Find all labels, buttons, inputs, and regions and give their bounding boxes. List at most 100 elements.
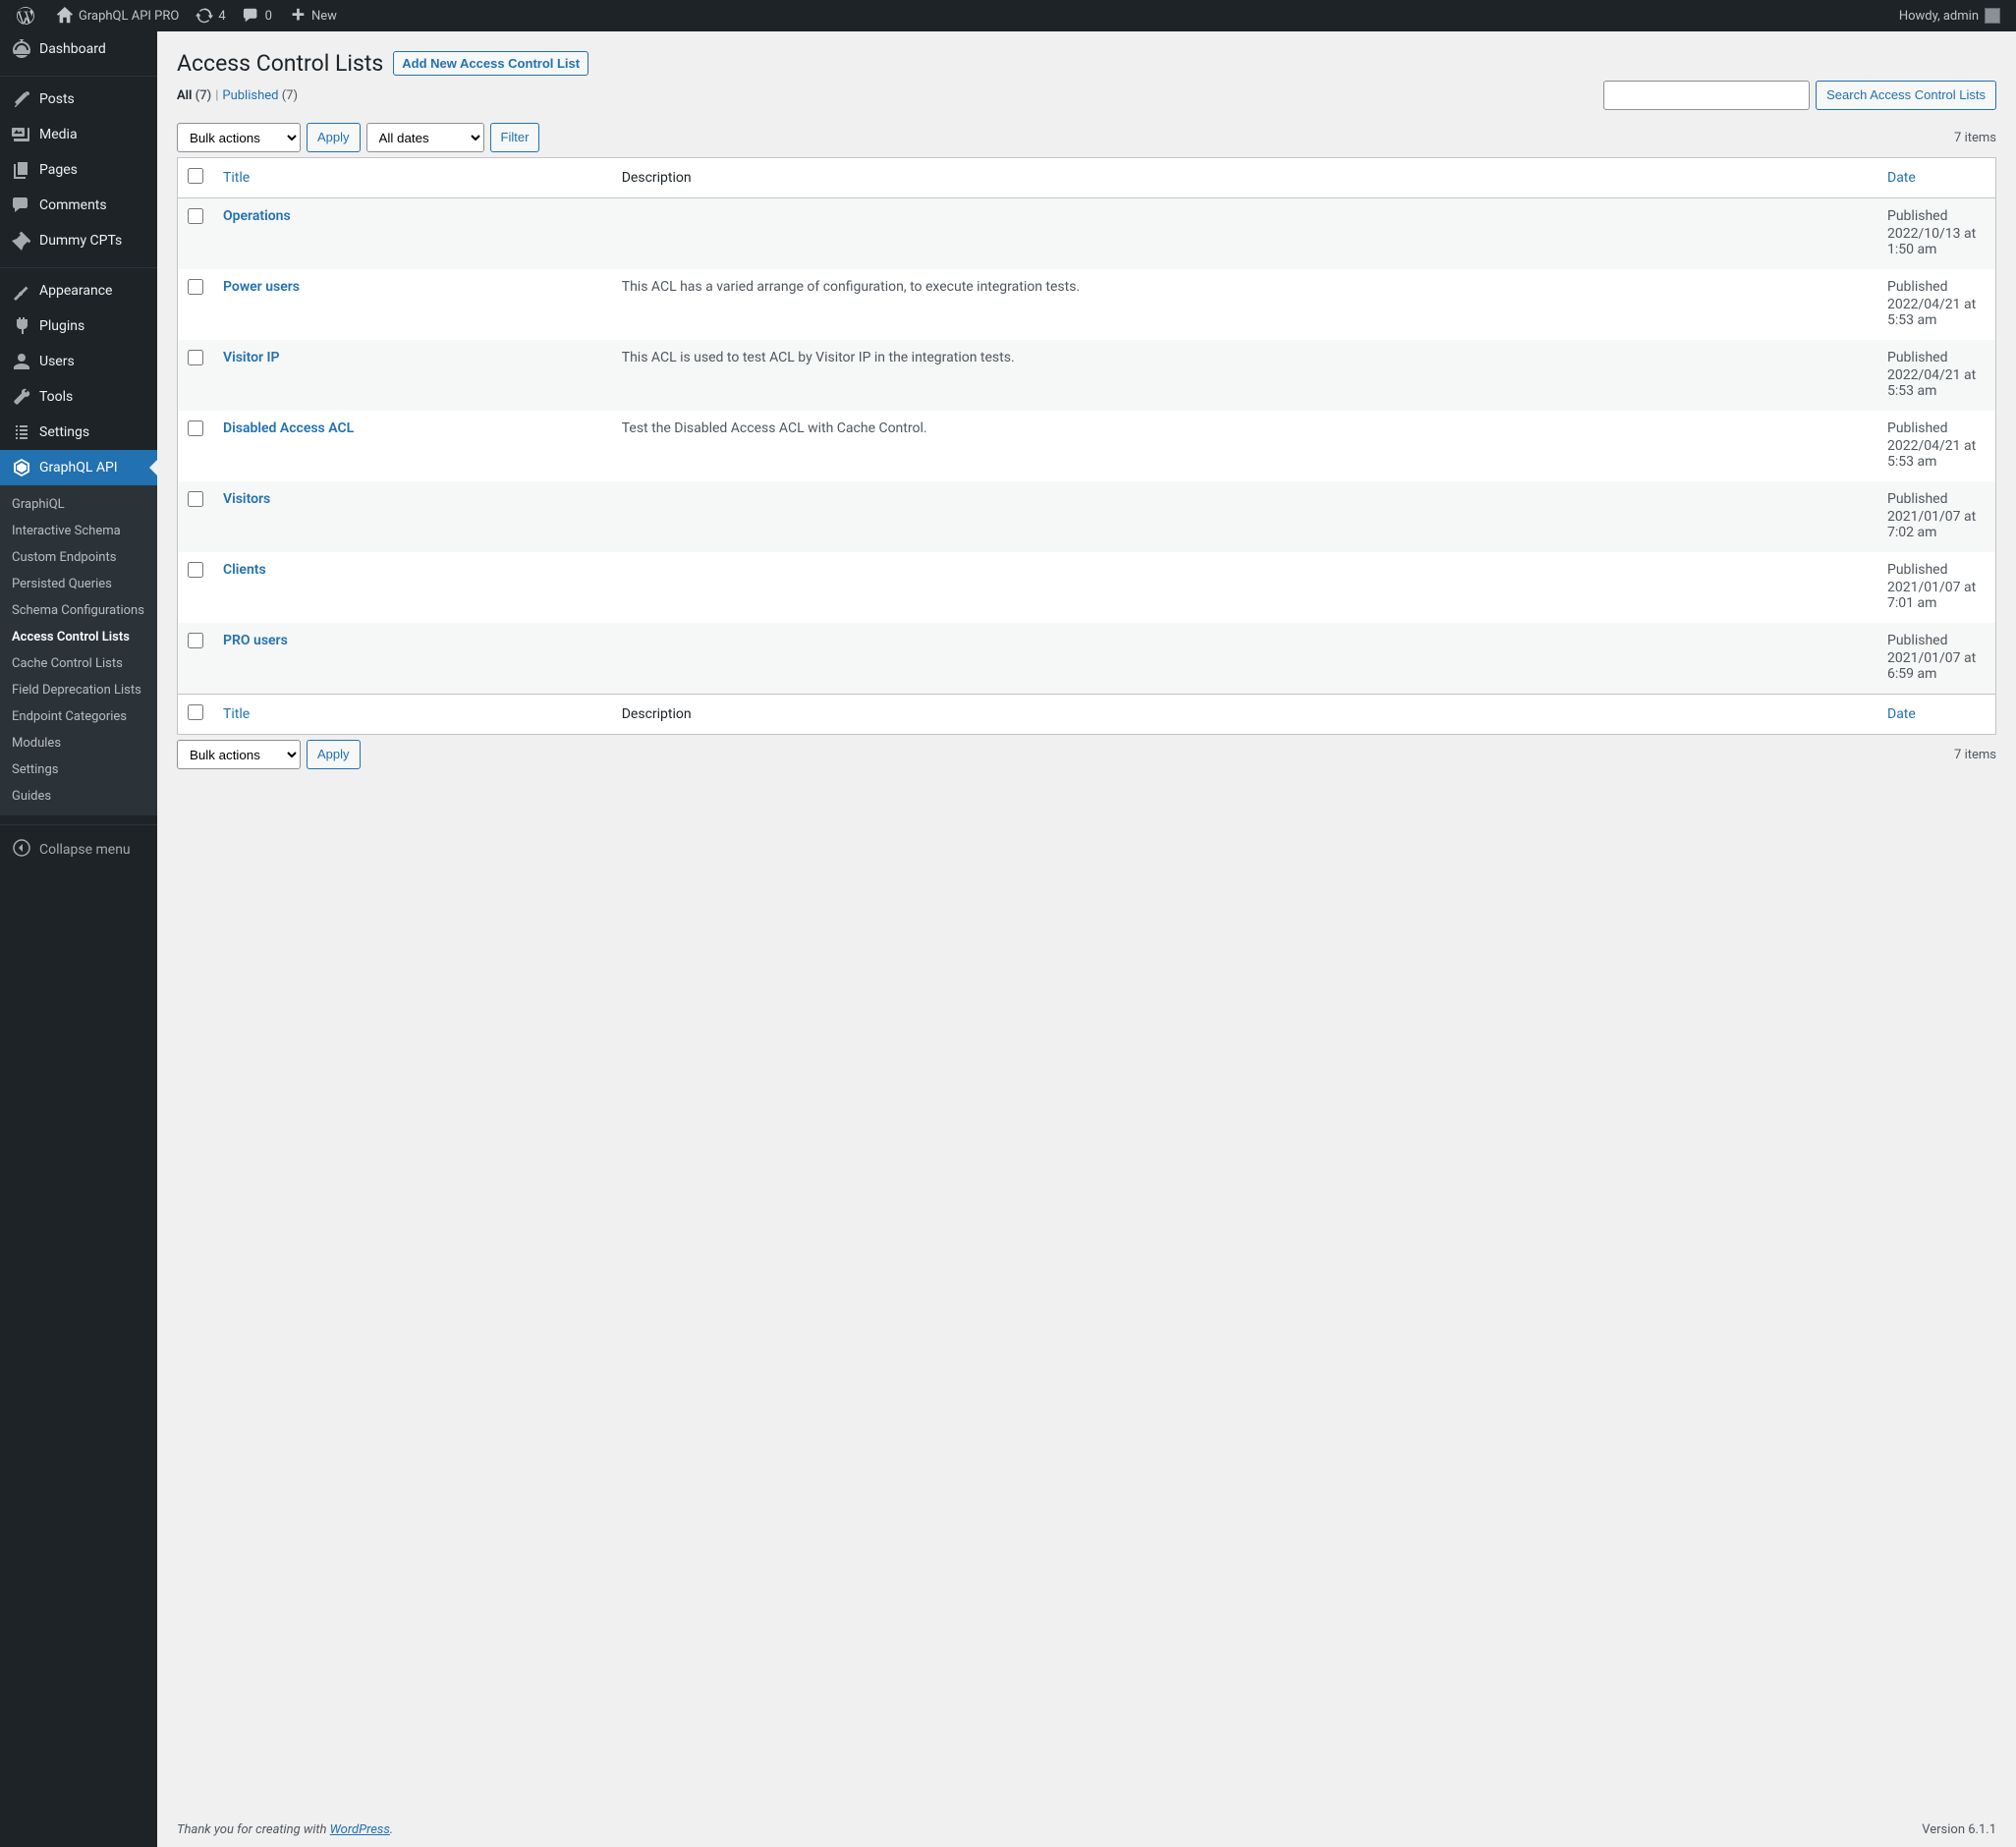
row-date-value: 2022/04/21 at 5:53 am: [1887, 438, 1986, 470]
column-title-sort-bottom[interactable]: Title: [223, 706, 250, 722]
filter-all[interactable]: All (7): [177, 88, 211, 103]
subnav-interactive-schema[interactable]: Interactive Schema: [0, 518, 157, 544]
subnav-access-control-lists[interactable]: Access Control Lists: [0, 624, 157, 650]
apply-button-bottom[interactable]: Apply: [307, 740, 361, 769]
filter-published[interactable]: Published (7): [222, 88, 298, 103]
row-checkbox[interactable]: [188, 420, 203, 436]
row-date-value: 2022/04/21 at 5:53 am: [1887, 297, 1986, 328]
pages-icon: [12, 160, 31, 180]
wordpress-icon: [16, 6, 35, 26]
nav-dummy-cpts[interactable]: Dummy CPTs: [0, 223, 157, 258]
nav-tools[interactable]: Tools: [0, 379, 157, 415]
row-date-status: Published: [1887, 208, 1986, 224]
search-input[interactable]: [1603, 81, 1810, 110]
row-checkbox[interactable]: [188, 633, 203, 648]
site-name-text: GraphQL API PRO: [79, 9, 179, 24]
subnav-modules[interactable]: Modules: [0, 730, 157, 756]
apply-button-top[interactable]: Apply: [307, 123, 361, 152]
media-icon: [12, 125, 31, 144]
nav-media[interactable]: Media: [0, 117, 157, 152]
row-description: [612, 481, 1877, 552]
row-date: Published 2022/10/13 at 1:50 am: [1877, 198, 1995, 269]
column-title-sort[interactable]: Title: [223, 170, 250, 186]
row-date: Published 2021/01/07 at 7:02 am: [1877, 481, 1995, 552]
nav-label: Posts: [39, 91, 75, 107]
menu-separator: [0, 820, 157, 825]
table-row: Clients Published 2021/01/07 at 7:01 am: [178, 552, 1995, 623]
graphql-icon: [12, 458, 31, 477]
nav-label: GraphQL API: [39, 460, 118, 476]
filter-separator: |: [215, 88, 218, 103]
nav-label: Pages: [39, 162, 78, 178]
row-checkbox[interactable]: [188, 279, 203, 295]
nav-appearance[interactable]: Appearance: [0, 273, 157, 308]
collapse-menu-button[interactable]: Collapse menu: [0, 830, 157, 869]
row-title-link[interactable]: Power users: [223, 279, 300, 295]
table-row: Operations Published 2022/10/13 at 1:50 …: [178, 198, 1995, 269]
subnav-schema-configurations[interactable]: Schema Configurations: [0, 597, 157, 624]
row-date-value: 2021/01/07 at 7:02 am: [1887, 509, 1986, 540]
new-link[interactable]: New: [280, 0, 345, 31]
dashboard-icon: [12, 39, 31, 59]
menu-separator: [0, 72, 157, 77]
nav-dashboard[interactable]: Dashboard: [0, 31, 157, 67]
table-row: Power users This ACL has a varied arrang…: [178, 269, 1995, 340]
subnav-cache-control-lists[interactable]: Cache Control Lists: [0, 650, 157, 677]
nav-users[interactable]: Users: [0, 344, 157, 379]
wp-logo[interactable]: [8, 0, 47, 31]
nav-pages[interactable]: Pages: [0, 152, 157, 188]
table-row: Disabled Access ACL Test the Disabled Ac…: [178, 411, 1995, 481]
add-new-button[interactable]: Add New Access Control List: [393, 51, 588, 76]
admin-bar: GraphQL API PRO 4 0 New Howdy, admin: [0, 0, 2016, 31]
column-date-sort-bottom[interactable]: Date: [1887, 706, 1916, 722]
bulk-action-select-bottom[interactable]: Bulk actions: [177, 740, 301, 769]
comments-link[interactable]: 0: [234, 0, 280, 31]
row-title-link[interactable]: Clients: [223, 562, 266, 578]
updates-count-text: 4: [218, 9, 225, 24]
filter-button[interactable]: Filter: [490, 123, 540, 152]
my-account-link[interactable]: Howdy, admin: [1891, 0, 2008, 31]
nav-comments[interactable]: Comments: [0, 188, 157, 223]
subnav-custom-endpoints[interactable]: Custom Endpoints: [0, 544, 157, 571]
row-title-link[interactable]: Visitor IP: [223, 350, 280, 365]
nav-plugins[interactable]: Plugins: [0, 308, 157, 344]
row-checkbox[interactable]: [188, 350, 203, 365]
row-checkbox[interactable]: [188, 208, 203, 224]
footer: Thank you for creating with WordPress. V…: [157, 1813, 2016, 1847]
table-row: Visitor IP This ACL is used to test ACL …: [178, 340, 1995, 411]
row-description: [612, 198, 1877, 269]
row-date-value: 2021/01/07 at 6:59 am: [1887, 650, 1986, 682]
nav-label: Settings: [39, 424, 89, 440]
wordpress-link[interactable]: WordPress: [330, 1822, 390, 1837]
row-description: This ACL has a varied arrange of configu…: [612, 269, 1877, 340]
row-title-link[interactable]: PRO users: [223, 633, 288, 648]
search-button[interactable]: Search Access Control Lists: [1816, 81, 1996, 110]
subnav-persisted-queries[interactable]: Persisted Queries: [0, 571, 157, 597]
updates-link[interactable]: 4: [187, 0, 233, 31]
new-label-text: New: [311, 9, 337, 24]
nav-settings[interactable]: Settings: [0, 415, 157, 450]
home-icon: [55, 6, 75, 26]
status-filters: All (7) | Published (7): [177, 88, 1603, 103]
row-title-link[interactable]: Visitors: [223, 491, 270, 507]
row-checkbox[interactable]: [188, 562, 203, 578]
row-title-link[interactable]: Disabled Access ACL: [223, 420, 354, 436]
select-all-checkbox-top[interactable]: [188, 168, 203, 184]
column-date-sort[interactable]: Date: [1887, 170, 1916, 186]
subnav-graphiql[interactable]: GraphiQL: [0, 491, 157, 518]
nav-posts[interactable]: Posts: [0, 82, 157, 117]
nav-label: Dummy CPTs: [39, 233, 122, 249]
nav-graphql-api[interactable]: GraphQL API: [0, 450, 157, 485]
bulk-action-select-top[interactable]: Bulk actions: [177, 123, 301, 152]
select-all-checkbox-bottom[interactable]: [188, 704, 203, 720]
subnav-field-deprecation-lists[interactable]: Field Deprecation Lists: [0, 677, 157, 703]
subnav-guides[interactable]: Guides: [0, 783, 157, 810]
date-filter-select[interactable]: All dates: [366, 123, 484, 152]
site-name-link[interactable]: GraphQL API PRO: [47, 0, 187, 31]
appearance-icon: [12, 281, 31, 301]
row-checkbox[interactable]: [188, 491, 203, 507]
subnav-settings[interactable]: Settings: [0, 756, 157, 783]
subnav-endpoint-categories[interactable]: Endpoint Categories: [0, 703, 157, 730]
row-title-link[interactable]: Operations: [223, 208, 291, 224]
table-row: Visitors Published 2021/01/07 at 7:02 am: [178, 481, 1995, 552]
